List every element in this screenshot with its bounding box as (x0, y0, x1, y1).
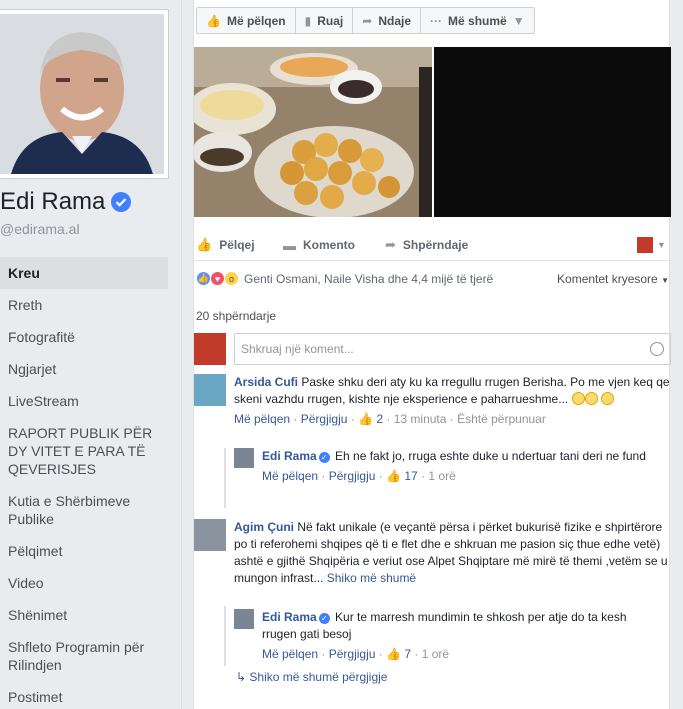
comment-body: Arsida Cufi Paske shku deri aty ku ka rr… (234, 375, 670, 406)
comment: Agim Çuni Në fakt unikale (e veçantë për… (194, 519, 671, 587)
page-like-button[interactable]: 👍 Më pëlqen (196, 7, 296, 34)
comment-button[interactable]: ▬ Komento (283, 238, 355, 253)
comment-body: Edi Rama ✓ Eh ne fakt jo, rruga eshte duk… (262, 449, 646, 463)
love-reaction-icon: ♥ (210, 271, 225, 286)
like-post-button[interactable]: 👍 Pëlqej (196, 237, 255, 253)
page-avatar-icon (637, 237, 653, 253)
sidebar-item-rreth[interactable]: Rreth (0, 289, 168, 321)
comment-timestamp[interactable]: 1 orë (422, 647, 449, 661)
commenter-avatar[interactable] (194, 519, 226, 551)
more-dots-icon: ··· (430, 13, 443, 28)
comment-author[interactable]: Arsida Cufi (234, 375, 298, 389)
see-more-link[interactable]: Shiko më shumë (327, 571, 416, 585)
page-handle[interactable]: @edirama.al (0, 221, 80, 237)
verified-icon: ✓ (318, 613, 330, 624)
profile-picture[interactable] (0, 10, 168, 178)
comment-reply-link[interactable]: Përgjigju (301, 412, 348, 426)
thumbs-up-icon: 👍 (196, 237, 213, 252)
chevron-down-icon: ▼ (657, 240, 666, 250)
comment-like-count[interactable]: 👍 7 (386, 647, 411, 661)
post-photo-dark[interactable] (434, 47, 671, 217)
sad-emoji-icon (571, 392, 585, 405)
thumbs-up-icon: 👍 (206, 13, 221, 28)
like-reaction-icon: 👍 (196, 271, 211, 286)
commenter-avatar[interactable] (234, 609, 254, 629)
bookmark-icon: ▮ (304, 13, 312, 28)
sidebar-item-kutia-sherbimeve[interactable]: Kutia e Shërbimeve Publike (0, 485, 168, 535)
share-page-button[interactable]: ➦ Ndaje (352, 7, 422, 34)
page-toolbar: 👍 Më pëlqen ▮ Ruaj ➦ Ndaje ··· Më shumë ▼ (196, 7, 535, 34)
comment-like-count[interactable]: 👍 2 (358, 412, 383, 426)
divider (194, 260, 671, 261)
share-arrow-icon: ➦ (385, 237, 396, 252)
reply-thread-line (224, 606, 226, 666)
comment-author[interactable]: Agim Çuni (234, 520, 294, 534)
sidebar-item-ngjarjet[interactable]: Ngjarjet (0, 353, 168, 385)
sidebar-item-programi[interactable]: Shfleto Programin për Rilindjen (0, 631, 168, 681)
sidebar-item-postimet[interactable]: Postimet (0, 681, 168, 709)
left-column: Edi Rama @edirama.al Kreu Rreth Fotograf… (0, 0, 182, 709)
comment-like-link[interactable]: Më pëlqen (262, 647, 318, 661)
reactions-summary[interactable]: 👍 ♥ o Genti Osmani, Naile Visha dhe 4,4 … (196, 271, 493, 286)
comment-like-link[interactable]: Më pëlqen (234, 412, 290, 426)
comment-sort-dropdown[interactable]: Komentet kryesore ▼ (557, 272, 669, 286)
comment: Arsida Cufi Paske shku deri aty ku ka rr… (194, 374, 671, 428)
page-title[interactable]: Edi Rama (0, 188, 132, 216)
reply-thread-line (224, 448, 226, 508)
commenter-avatar[interactable] (194, 374, 226, 406)
save-button[interactable]: ▮ Ruaj (294, 7, 354, 34)
share-post-button[interactable]: ➦ Shpërndaje (385, 237, 468, 253)
comment-timestamp[interactable]: 1 orë (428, 469, 455, 483)
sad-emoji-icon (584, 392, 598, 405)
comment-composer: Shkruaj një koment... (194, 333, 671, 365)
sidebar-item-video[interactable]: Video (0, 567, 168, 599)
comment-like-link[interactable]: Më pëlqen (262, 469, 318, 483)
share-count[interactable]: 20 shpërndarje (196, 309, 276, 323)
comment-author[interactable]: Edi Rama (262, 610, 317, 624)
reply-comment: Edi Rama ✓ Kur te marresh mundimin te shk… (234, 609, 671, 663)
commenter-avatar[interactable] (234, 448, 254, 468)
caret-down-icon: ▼ (661, 276, 669, 285)
comment-body: Agim Çuni Në fakt unikale (e veçantë për… (234, 520, 668, 585)
comment-meta: Më pëlqen · Përgjigju · 👍 7 · 1 orë (262, 647, 450, 661)
sidebar-item-fotografite[interactable]: Fotografitë (0, 321, 168, 353)
post-card: 👍 Më pëlqen ▮ Ruaj ➦ Ndaje ··· Më shumë ▼ (193, 0, 671, 709)
comment-timestamp[interactable]: 13 minuta (394, 412, 447, 426)
sidebar-item-raport-publik[interactable]: RAPORT PUBLIK PËR DY VITET E PARA TË QEV… (0, 417, 168, 485)
sidebar-item-pelqimet[interactable]: Pëlqimet (0, 535, 168, 567)
post-actions-bar: 👍 Pëlqej ▬ Komento ➦ Shpërndaje ▼ (194, 233, 671, 257)
emoji-icon[interactable] (650, 342, 664, 356)
comment-input[interactable]: Shkruaj një koment... (234, 333, 671, 365)
sad-emoji-icon (600, 392, 614, 405)
comment-meta: Më pëlqen · Përgjigju · 👍 17 · 1 orë (262, 469, 456, 483)
sidebar-item-kreu[interactable]: Kreu (0, 257, 168, 289)
sidebar-nav: Kreu Rreth Fotografitë Ngjarjet LiveStre… (0, 257, 168, 709)
more-replies-link[interactable]: ↳ Shiko më shumë përgjigje (236, 670, 387, 684)
comment-like-count[interactable]: 👍 17 (386, 469, 418, 483)
more-button[interactable]: ··· Më shumë ▼ (420, 7, 535, 34)
verified-icon: ✓ (318, 452, 330, 463)
post-photo-food[interactable] (194, 47, 432, 217)
comment-body: Edi Rama ✓ Kur te marresh mundimin te shk… (262, 610, 627, 641)
comment-reply-link[interactable]: Përgjigju (329, 647, 376, 661)
edited-label[interactable]: Është përpunuar (457, 412, 546, 426)
reply-comment: Edi Rama ✓ Eh ne fakt jo, rruga eshte duk… (234, 448, 671, 485)
comment-icon: ▬ (283, 237, 296, 253)
verified-icon (111, 192, 132, 212)
share-arrow-icon: ➦ (362, 13, 373, 28)
post-as-selector[interactable]: ▼ (637, 237, 666, 253)
reply-arrow-icon: ↳ (236, 670, 247, 684)
comment-author[interactable]: Edi Rama (262, 449, 317, 463)
comment-reply-link[interactable]: Përgjigju (329, 469, 376, 483)
chevron-down-icon: ▼ (512, 13, 525, 28)
sidebar-item-livestream[interactable]: LiveStream (0, 385, 168, 417)
wow-reaction-icon: o (224, 271, 239, 286)
page-avatar (194, 333, 226, 365)
page-name[interactable]: Edi Rama (0, 188, 105, 216)
sidebar-item-shenimet[interactable]: Shënimet (0, 599, 168, 631)
comment-meta: Më pëlqen · Përgjigju · 👍 2 · 13 minuta … (234, 412, 546, 426)
